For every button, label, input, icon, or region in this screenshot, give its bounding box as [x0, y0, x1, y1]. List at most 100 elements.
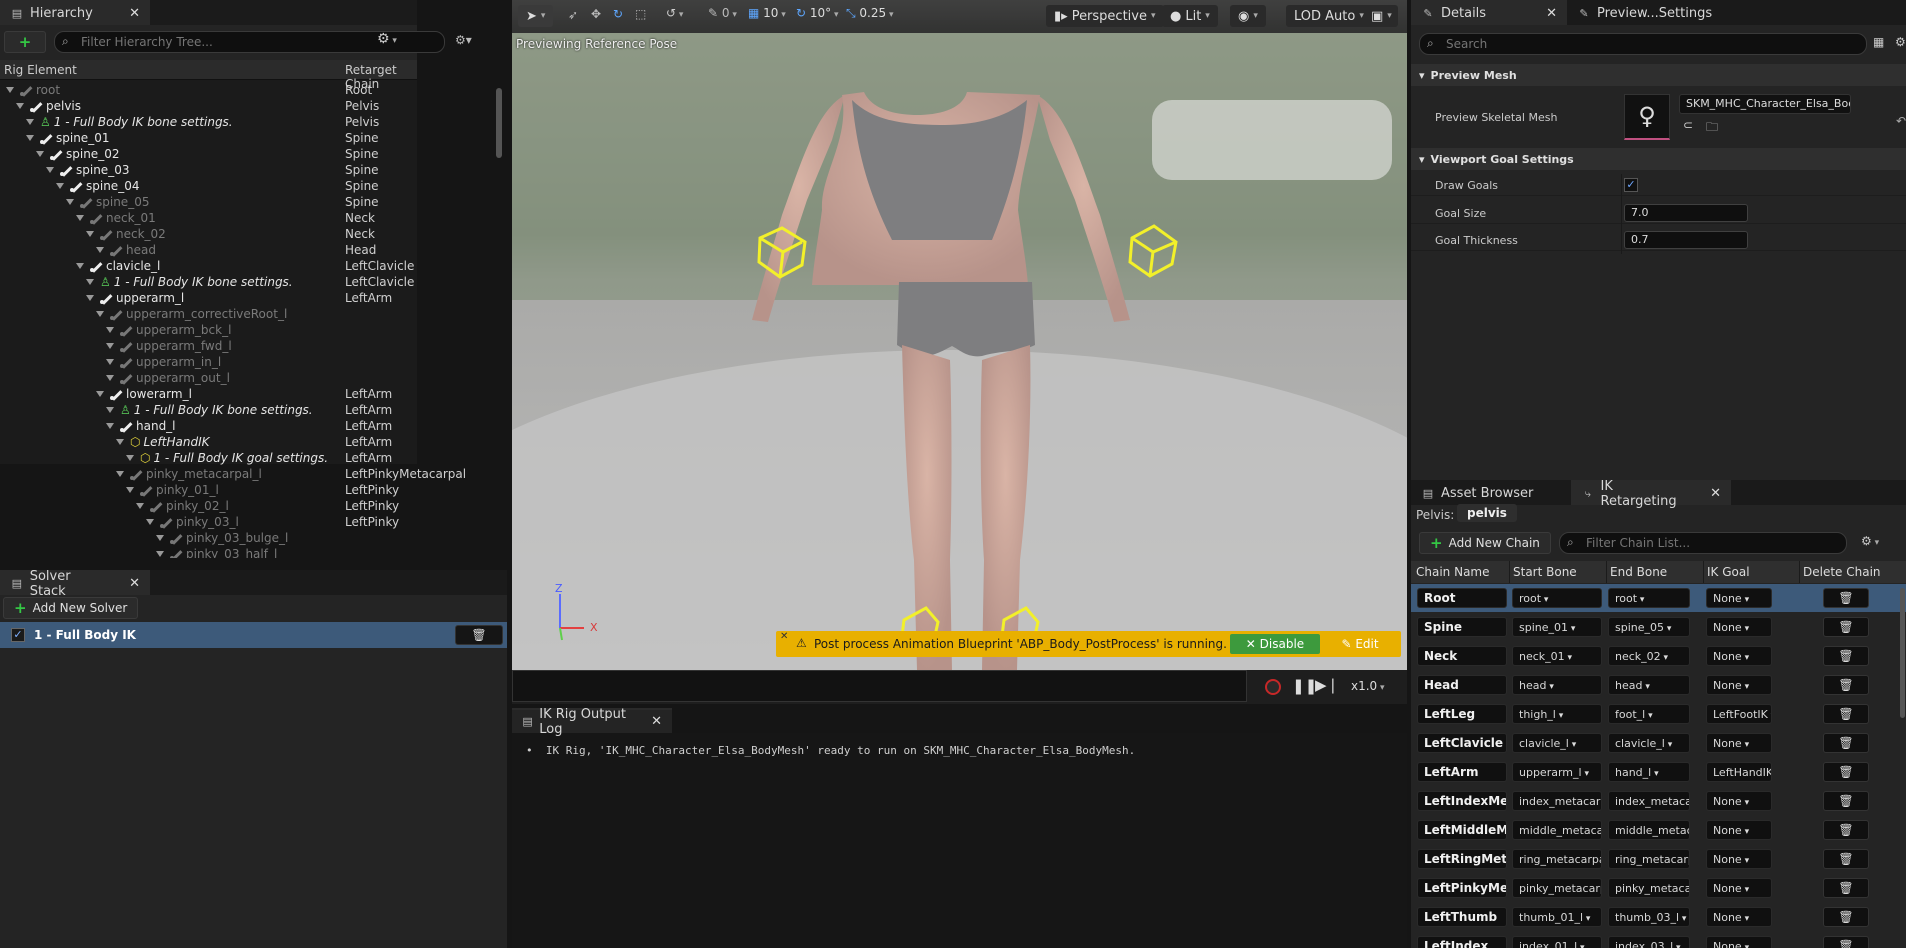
expand-arrow-icon[interactable]: [76, 215, 84, 221]
hierarchy-row-chain[interactable]: Spine: [345, 163, 379, 177]
hierarchy-row-chain[interactable]: Pelvis: [345, 99, 379, 113]
hierarchy-row-chain[interactable]: LeftArm: [345, 435, 392, 449]
chain-row[interactable]: LeftIndexMetaindex_metacarpa ▾index_meta…: [1411, 787, 1906, 815]
perspective-button[interactable]: ▮▸ Perspective ▾: [1046, 5, 1164, 27]
expand-arrow-icon[interactable]: [46, 167, 54, 173]
select-mode-button[interactable]: ➤ ▾: [518, 5, 554, 27]
start-bone-dropdown[interactable]: thigh_l ▾: [1512, 704, 1602, 724]
hierarchy-row-chain[interactable]: Spine: [345, 147, 379, 161]
expand-arrow-icon[interactable]: [116, 439, 124, 445]
ik-goal-dropdown[interactable]: None ▾: [1706, 936, 1772, 948]
end-bone-dropdown[interactable]: clavicle_l ▾: [1608, 733, 1690, 753]
expand-arrow-icon[interactable]: [106, 359, 114, 365]
column-divider[interactable]: [1606, 561, 1607, 583]
ik-goal-dropdown[interactable]: None ▾: [1706, 646, 1772, 666]
hierarchy-row-chain[interactable]: Root: [345, 83, 372, 97]
tab-asset-browser[interactable]: ▤ Asset Browser: [1411, 480, 1571, 505]
add-solver-button[interactable]: + Add New Solver: [3, 597, 139, 619]
expand-arrow-icon[interactable]: [96, 391, 104, 397]
hierarchy-row-chain[interactable]: LeftPinky: [345, 499, 399, 513]
hierarchy-row-chain[interactable]: LeftClavicle: [345, 259, 414, 273]
grid-snap-button[interactable]: ▦ 10 ▾: [748, 6, 786, 20]
chain-col-header[interactable]: Delete Chain: [1803, 565, 1881, 579]
grid-view-icon[interactable]: ▦: [1873, 35, 1884, 49]
chain-name-field[interactable]: LeftPinkyMeta: [1417, 878, 1507, 898]
chain-name-field[interactable]: LeftThumb: [1417, 907, 1507, 927]
use-selected-icon[interactable]: ⊂: [1683, 118, 1693, 132]
column-divider[interactable]: [1799, 561, 1800, 583]
expand-arrow-icon[interactable]: [86, 295, 94, 301]
start-bone-dropdown[interactable]: index_metacarpa ▾: [1512, 791, 1602, 811]
goal-size-input[interactable]: 7.0: [1624, 204, 1748, 222]
expand-arrow-icon[interactable]: [26, 119, 34, 125]
delete-chain-button[interactable]: 🗑: [1823, 588, 1869, 608]
expand-arrow-icon[interactable]: [106, 343, 114, 349]
chain-row[interactable]: LeftThumb thumb_01_l ▾ thumb_03_l ▾ None ▾ 🗑: [1411, 903, 1906, 931]
hierarchy-row[interactable]: upperarm_out_l: [0, 371, 492, 387]
hierarchy-row[interactable]: upperarm_l LeftArm: [0, 291, 492, 307]
expand-arrow-icon[interactable]: [66, 199, 74, 205]
reset-icon[interactable]: ↶: [1896, 114, 1906, 128]
disable-button[interactable]: ✕ Disable: [1230, 634, 1320, 654]
hierarchy-row[interactable]: head Head: [0, 243, 492, 259]
chain-settings-button[interactable]: ⚙ ▾: [1861, 534, 1879, 548]
mesh-asset-dropdown[interactable]: SKM_MHC_Character_Elsa_BodyM: [1679, 94, 1851, 114]
expand-arrow-icon[interactable]: [76, 263, 84, 269]
end-bone-dropdown[interactable]: thumb_03_l ▾: [1608, 907, 1690, 927]
timeline-scrubber[interactable]: [512, 670, 1247, 702]
chain-name-field[interactable]: LeftClavicle: [1417, 733, 1507, 753]
surface-snap-button[interactable]: ✎ 0 ▾: [708, 6, 737, 20]
expand-arrow-icon[interactable]: [26, 135, 34, 141]
playback-speed[interactable]: x1.0 ▾: [1351, 679, 1385, 693]
expand-arrow-icon[interactable]: [36, 151, 44, 157]
delete-chain-button[interactable]: 🗑: [1823, 762, 1869, 782]
expand-arrow-icon[interactable]: [86, 231, 94, 237]
close-icon[interactable]: ✕: [115, 576, 140, 591]
hierarchy-row-chain[interactable]: LeftArm: [345, 291, 392, 305]
chain-name-field[interactable]: Spine: [1417, 617, 1507, 637]
hierarchy-scrollbar[interactable]: [496, 88, 502, 158]
expand-arrow-icon[interactable]: [106, 423, 114, 429]
hierarchy-settings-button[interactable]: ⚙ ▾: [377, 31, 397, 47]
end-bone-dropdown[interactable]: index_03_l ▾: [1608, 936, 1690, 948]
rotation-snap-button[interactable]: ↻ 10° ▾: [796, 6, 839, 20]
close-icon[interactable]: ✕: [1532, 6, 1557, 21]
step-forward-button[interactable]: ▶❘: [1315, 676, 1339, 694]
chain-name-field[interactable]: Head: [1417, 675, 1507, 695]
chain-name-field[interactable]: Neck: [1417, 646, 1507, 666]
chain-scrollbar[interactable]: [1900, 588, 1905, 718]
coordinate-space-button[interactable]: ↺ ▾: [666, 6, 683, 20]
section-preview-mesh[interactable]: ▾ Preview Mesh: [1411, 64, 1906, 86]
delete-chain-button[interactable]: 🗑: [1823, 733, 1869, 753]
ik-goal-dropdown[interactable]: None ▾: [1706, 733, 1772, 753]
chain-filter-input[interactable]: [1559, 532, 1847, 554]
expand-arrow-icon[interactable]: [146, 519, 154, 525]
end-bone-dropdown[interactable]: root ▾: [1608, 588, 1690, 608]
chain-row[interactable]: Neck neck_01 ▾ neck_02 ▾ None ▾ 🗑: [1411, 642, 1906, 670]
hierarchy-row[interactable]: spine_02 Spine: [0, 147, 492, 163]
chain-name-field[interactable]: LeftRingMetac: [1417, 849, 1507, 869]
chain-row[interactable]: LeftPinkyMetapinky_metacarpa ▾pinky_meta…: [1411, 874, 1906, 902]
delete-chain-button[interactable]: 🗑: [1823, 820, 1869, 840]
hierarchy-row[interactable]: pinky_03_bulge_l: [0, 531, 492, 547]
chain-name-field[interactable]: LeftLeg: [1417, 704, 1507, 724]
ik-goal-dropdown[interactable]: LeftFootIK ▾: [1706, 704, 1772, 724]
ik-goal-dropdown[interactable]: LeftHandIK ▾: [1706, 762, 1772, 782]
draw-goals-checkbox[interactable]: ✓: [1624, 178, 1638, 192]
edit-button[interactable]: ✎ Edit: [1326, 634, 1394, 654]
hierarchy-row[interactable]: pinky_02_l LeftPinky: [0, 499, 492, 515]
column-divider[interactable]: [1509, 561, 1510, 583]
chain-row[interactable]: Spine spine_01 ▾ spine_05 ▾ None ▾ 🗑: [1411, 613, 1906, 641]
hierarchy-row-chain[interactable]: Spine: [345, 195, 379, 209]
close-icon[interactable]: ✕: [637, 714, 662, 729]
hierarchy-row-chain[interactable]: Neck: [345, 227, 375, 241]
rotate-icon[interactable]: ↻: [613, 7, 623, 21]
chain-row[interactable]: LeftMiddleMetmiddle_metacar ▾middle_meta…: [1411, 816, 1906, 844]
delete-chain-button[interactable]: 🗑: [1823, 878, 1869, 898]
start-bone-dropdown[interactable]: index_01_l ▾: [1512, 936, 1602, 948]
expand-arrow-icon[interactable]: [156, 551, 164, 557]
select-icon[interactable]: ➶: [568, 8, 578, 22]
expand-arrow-icon[interactable]: [96, 311, 104, 317]
start-bone-dropdown[interactable]: middle_metacar ▾: [1512, 820, 1602, 840]
add-element-button[interactable]: +: [4, 31, 46, 53]
